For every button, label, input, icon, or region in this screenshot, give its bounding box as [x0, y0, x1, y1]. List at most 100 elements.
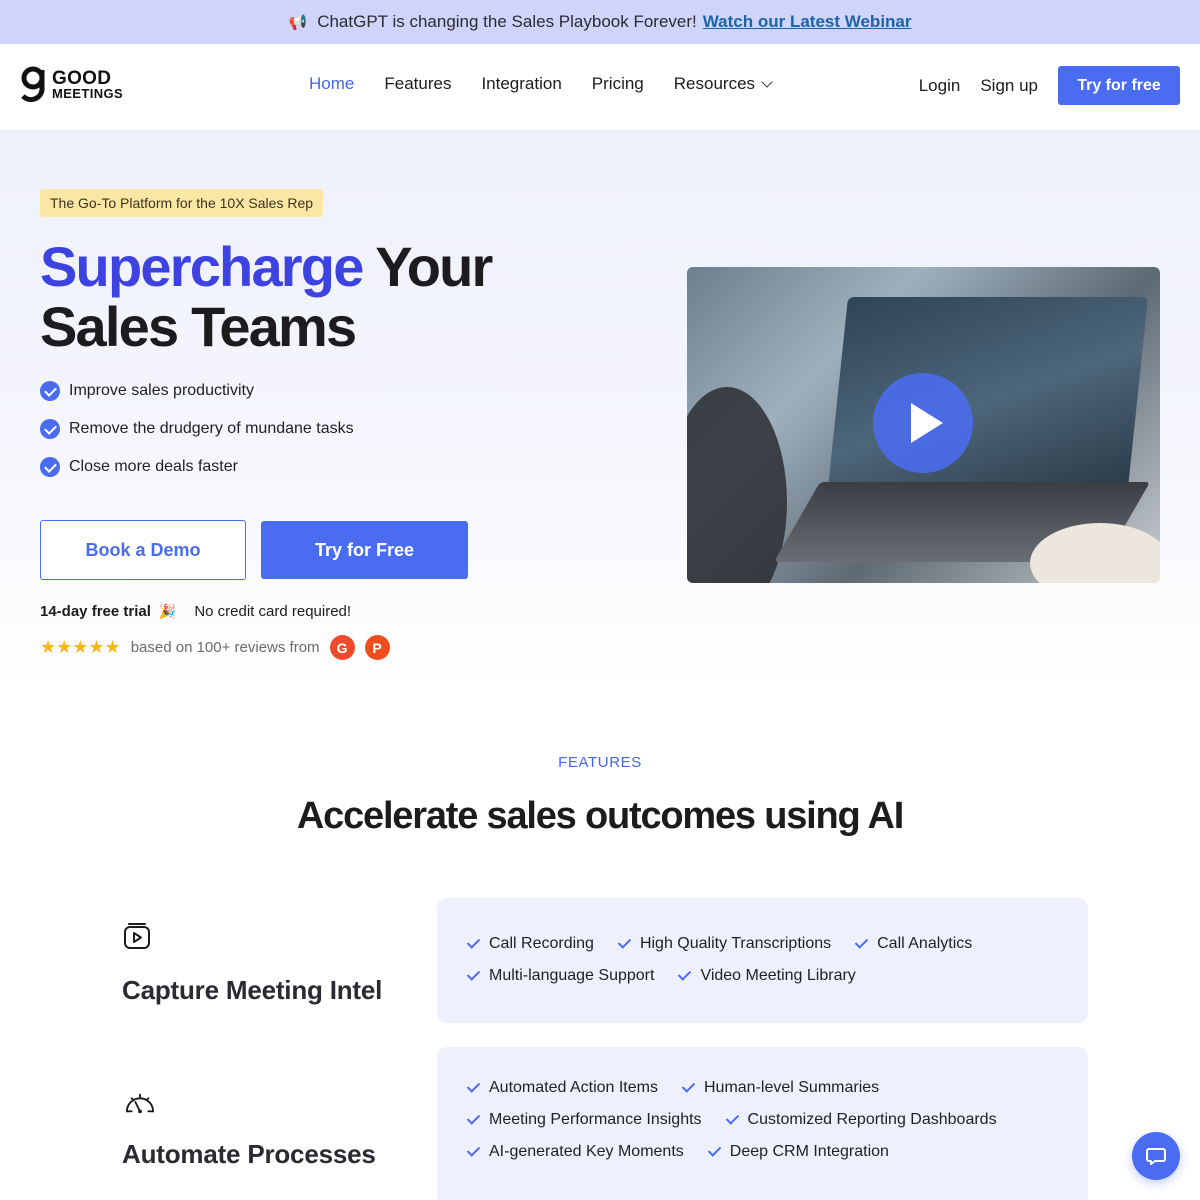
feature-item: Call Recording — [467, 935, 594, 953]
webinar-link[interactable]: Watch our Latest Webinar — [703, 12, 912, 32]
g2-logo-icon[interactable]: G — [329, 635, 355, 660]
hero-headline: Supercharge Your Sales Teams — [40, 235, 493, 358]
announcement-bar: 📢 ChatGPT is changing the Sales Playbook… — [0, 0, 1200, 44]
feature-item-label: High Quality Transcriptions — [639, 935, 832, 952]
announcement-text: ChatGPT is changing the Sales Playbook F… — [317, 12, 697, 31]
feature-item: Automated Action Items — [467, 1079, 658, 1097]
feature-item-label: Human-level Summaries — [703, 1079, 880, 1096]
feature-line: AI-generated Key Moments Deep CRM Integr… — [467, 1136, 1058, 1168]
feature-card-capture: Call Recording High Quality Transcriptio… — [437, 898, 1088, 1023]
video-library-icon — [124, 923, 150, 949]
feature-item-label: Video Meeting Library — [700, 967, 856, 984]
nav-resources-label: Resources — [673, 74, 756, 93]
hero-section: The Go-To Platform for the 10X Sales Rep… — [0, 131, 1200, 691]
check-icon — [678, 971, 692, 981]
logo-line-2: MEETINGS — [52, 86, 124, 101]
feature-line: Multi-language Support Video Meeting Lib… — [467, 960, 1058, 992]
try-free-nav-button[interactable]: Try for free — [1058, 66, 1180, 105]
check-icon — [708, 1147, 722, 1157]
check-circle-icon — [40, 457, 60, 477]
feature-item: Deep CRM Integration — [708, 1143, 889, 1161]
nav-resources[interactable]: Resources — [673, 74, 773, 94]
check-circle-icon — [40, 381, 60, 401]
reviews-row: ★★★★★ based on 100+ reviews from G P — [40, 635, 390, 660]
logo-text: GOOD MEETINGS — [52, 68, 124, 101]
signup-link[interactable]: Sign up — [980, 76, 1038, 96]
feature-card-automate: Automated Action Items Human-level Summa… — [437, 1047, 1088, 1200]
speedometer-icon — [126, 1093, 154, 1114]
check-icon — [467, 971, 481, 981]
hero-tag: The Go-To Platform for the 10X Sales Rep — [40, 189, 324, 217]
check-icon — [726, 1115, 740, 1125]
bullet-text: Close more deals faster — [69, 458, 238, 475]
logo-g-icon — [21, 66, 45, 103]
login-link[interactable]: Login — [919, 76, 961, 96]
feature-line: Call Recording High Quality Transcriptio… — [467, 928, 1058, 960]
nav-home[interactable]: Home — [309, 74, 354, 94]
feature-item: High Quality Transcriptions — [618, 935, 831, 953]
feature-item: Meeting Performance Insights — [467, 1111, 702, 1129]
video-thumbnail-shape — [687, 387, 787, 583]
megaphone-icon: 📢 — [288, 14, 308, 31]
bullet-item: Remove the drudgery of mundane tasks — [40, 419, 354, 439]
feature-item-label: Meeting Performance Insights — [489, 1111, 702, 1128]
nav-pricing[interactable]: Pricing — [592, 74, 644, 94]
feature-item-label: Multi-language Support — [489, 967, 655, 984]
features-title: Accelerate sales outcomes using AI — [296, 795, 904, 837]
headline-accent: Supercharge — [40, 235, 364, 298]
feature-item: Call Analytics — [855, 935, 972, 953]
video-thumbnail-shape — [825, 297, 1149, 507]
nav-integration[interactable]: Integration — [481, 74, 561, 94]
chevron-down-icon — [761, 76, 773, 88]
trial-bold: 14-day free trial — [40, 603, 151, 620]
feature-row-title: Capture Meeting Intel — [122, 975, 383, 1005]
feature-line: Automated Action Items Human-level Summa… — [467, 1072, 1058, 1104]
feature-item-label: Automated Action Items — [489, 1079, 658, 1096]
try-free-hero-button[interactable]: Try for Free — [261, 521, 468, 579]
check-icon — [467, 939, 481, 949]
check-icon — [467, 1083, 481, 1093]
producthunt-logo-icon[interactable]: P — [364, 635, 390, 660]
headline-part-1: Your — [375, 235, 493, 298]
navbar: GOOD MEETINGS Home Features Integration … — [0, 44, 1200, 131]
auth-links: Login Sign up Try for free — [919, 66, 1180, 105]
reviews-text: based on 100+ reviews from — [130, 639, 320, 656]
check-icon — [467, 1115, 481, 1125]
nav-features[interactable]: Features — [384, 74, 451, 94]
check-icon — [467, 1147, 481, 1157]
hero-bullets: Improve sales productivity Remove the dr… — [40, 381, 354, 477]
features-label: FEATURES — [558, 754, 642, 771]
headline-part-2: Sales Teams — [40, 295, 357, 358]
trial-note: 14-day free trial 🎉 No credit card requi… — [40, 603, 351, 620]
feature-row-automate: Automate Processes — [122, 1088, 376, 1170]
bullet-item: Improve sales productivity — [40, 381, 354, 401]
feature-item-label: Call Analytics — [877, 935, 973, 952]
feature-row-title: Automate Processes — [122, 1139, 376, 1169]
feature-item: Customized Reporting Dashboards — [726, 1111, 997, 1129]
main-menu: Home Features Integration Pricing Resour… — [309, 74, 773, 94]
feature-item-label: Deep CRM Integration — [729, 1143, 889, 1160]
feature-item: Multi-language Support — [467, 967, 654, 985]
check-icon — [682, 1083, 696, 1093]
no-credit-card-text: No credit card required! — [194, 603, 352, 620]
chat-widget-button[interactable] — [1132, 1132, 1180, 1180]
play-icon[interactable] — [873, 373, 973, 473]
check-circle-icon — [40, 419, 60, 439]
bullet-text: Remove the drudgery of mundane tasks — [69, 420, 354, 437]
chat-bubble-icon — [1146, 1148, 1166, 1165]
hero-video[interactable] — [687, 267, 1160, 583]
book-demo-button[interactable]: Book a Demo — [40, 520, 246, 580]
star-rating-icon: ★★★★★ — [40, 637, 121, 657]
logo-line-1: GOOD — [52, 68, 112, 89]
feature-item: Human-level Summaries — [682, 1079, 879, 1097]
party-icon: 🎉 — [158, 603, 177, 619]
feature-item: Video Meeting Library — [678, 967, 855, 985]
logo[interactable]: GOOD MEETINGS — [20, 66, 123, 106]
feature-item-label: AI-generated Key Moments — [489, 1143, 684, 1160]
feature-line: Meeting Performance Insights Customized … — [467, 1104, 1058, 1136]
feature-item: AI-generated Key Moments — [467, 1143, 684, 1161]
bullet-item: Close more deals faster — [40, 457, 354, 477]
check-icon — [618, 939, 632, 949]
feature-row-capture: Capture Meeting Intel — [122, 920, 382, 1006]
feature-item-label: Customized Reporting Dashboards — [747, 1111, 997, 1128]
